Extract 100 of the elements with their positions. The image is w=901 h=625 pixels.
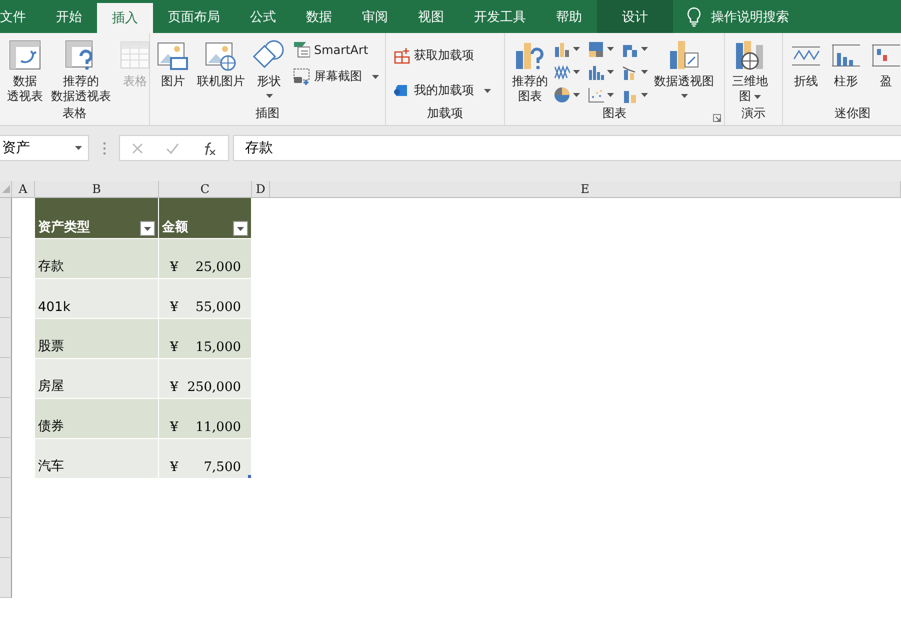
bar-chart-icon	[588, 64, 604, 80]
column-header[interactable]: D	[252, 181, 270, 198]
ribbon-button[interactable]: 折线	[787, 37, 825, 91]
group-label: 迷你图	[834, 105, 870, 122]
currency-symbol: ¥	[170, 460, 178, 475]
chart-type-button[interactable]	[587, 86, 615, 104]
table-cell: 401k	[38, 300, 70, 315]
ribbon-button[interactable]: 盈	[867, 37, 901, 91]
caret-icon	[607, 93, 614, 97]
caret-icon	[641, 70, 648, 74]
ribbon-tab[interactable]: 开发工具	[459, 0, 541, 33]
currency-symbol: ¥	[170, 380, 178, 395]
resize-handle-icon	[248, 475, 251, 478]
ribbon-tab[interactable]: 页面布局	[153, 0, 235, 33]
screenshot-icon	[293, 68, 310, 85]
caret-icon	[607, 47, 614, 51]
grip-icon	[103, 142, 106, 154]
column-header[interactable]: E	[270, 181, 901, 198]
add-in-icon	[393, 82, 410, 99]
ribbon-button[interactable]: 柱形	[827, 37, 865, 91]
caret-icon	[144, 226, 151, 230]
ribbon-button[interactable]: 图片	[154, 37, 192, 91]
smartart-icon	[293, 41, 310, 58]
ribbon-tab[interactable]: 审阅	[347, 0, 403, 33]
pivot-chart-icon	[668, 39, 700, 71]
ribbon-button[interactable]: 屏幕截图	[290, 66, 382, 87]
caret-icon	[573, 47, 580, 51]
group-label: 图表	[602, 105, 626, 122]
formula-input[interactable]: 存款	[233, 135, 901, 161]
combo-chart-icon	[622, 64, 638, 80]
group-label: 表格	[62, 105, 86, 122]
function-icon	[202, 142, 216, 154]
globe-map-icon	[734, 39, 766, 71]
ribbon-button[interactable]: 我的加载项	[390, 80, 494, 101]
ribbon-button[interactable]: 数据透视图	[651, 37, 717, 105]
table-icon	[119, 39, 151, 71]
table-cell-text: 存款	[38, 258, 64, 275]
filter-button[interactable]	[233, 221, 248, 236]
caret-icon	[641, 93, 648, 97]
table-header: 金额	[162, 218, 188, 236]
scatter-chart-icon	[588, 87, 604, 103]
chart-type-button[interactable]	[553, 86, 581, 104]
group-label: 加载项	[427, 105, 463, 122]
ribbon-button[interactable]: 获取加载项	[390, 45, 494, 66]
table-cell: 250,000	[187, 380, 241, 395]
ribbon-button[interactable]: 三维地 图	[729, 37, 771, 106]
add-in-store-icon	[393, 47, 410, 64]
column-header[interactable]: C	[159, 181, 252, 198]
ribbon-tab[interactable]: 帮助	[541, 0, 597, 33]
treemap-chart-icon	[588, 41, 604, 57]
enter-icon	[166, 142, 179, 154]
table-cell: 11,000	[196, 420, 241, 435]
lightbulb-icon	[687, 6, 701, 26]
shapes-icon	[253, 39, 285, 71]
chart-type-button[interactable]	[587, 63, 615, 81]
ribbon-button[interactable]: 推荐的 图表	[509, 37, 551, 106]
table-cell: 7,500	[204, 460, 241, 475]
currency-symbol: ¥	[170, 300, 178, 315]
ribbon-button[interactable]: 联机图片	[194, 37, 248, 91]
pivot-table-icon	[9, 39, 41, 71]
ribbon-button[interactable]: 形状	[250, 37, 288, 105]
currency-symbol: ¥	[170, 260, 178, 275]
ribbon-tab[interactable]: 公式	[235, 0, 291, 33]
column-header[interactable]: B	[35, 181, 159, 198]
pie-chart-icon	[554, 87, 570, 103]
chart-type-button[interactable]	[587, 40, 615, 58]
table-cell-text: 房屋	[38, 378, 64, 395]
table-cell: 15,000	[196, 340, 241, 355]
chart-type-button[interactable]	[553, 63, 581, 81]
ribbon-tab[interactable]: 文件	[0, 0, 41, 33]
ribbon-button[interactable]: SmartArt	[290, 39, 382, 60]
line-chart-icon	[554, 64, 570, 80]
caret-icon	[75, 146, 82, 150]
caret-icon	[573, 93, 580, 97]
ribbon-tab[interactable]: 数据	[291, 0, 347, 33]
currency-symbol: ¥	[170, 420, 178, 435]
filter-button[interactable]	[140, 221, 155, 236]
ribbon-tab[interactable]: 插入	[97, 3, 153, 33]
select-all-icon	[2, 185, 10, 193]
caret-icon	[641, 47, 648, 51]
ribbon-tab[interactable]: 视图	[403, 0, 459, 33]
table-cell: 25,000	[196, 260, 241, 275]
caret-icon	[573, 70, 580, 74]
dialog-launcher-icon[interactable]	[713, 114, 721, 122]
name-box[interactable]: 资产	[0, 135, 89, 161]
chart-type-button[interactable]	[553, 40, 581, 58]
caret-icon	[237, 226, 244, 230]
ribbon-tab[interactable]: 设计	[597, 0, 673, 33]
table-cell-text: 汽车	[38, 458, 64, 475]
currency-symbol: ¥	[170, 340, 178, 355]
table-cell-text: 债券	[38, 418, 64, 435]
group-label: 演示	[742, 105, 766, 122]
ribbon-tab[interactable]: 开始	[41, 0, 97, 33]
cancel-icon	[132, 142, 143, 154]
ribbon-button[interactable]: 推荐的 数据透视表	[48, 37, 114, 106]
column-header[interactable]: A	[12, 181, 35, 198]
tell-me-search[interactable]: 操作说明搜索	[711, 8, 789, 26]
ribbon-button[interactable]: 数据 透视表	[4, 37, 46, 106]
table-header: 资产类型	[38, 218, 90, 236]
group-label: 插图	[256, 105, 280, 122]
